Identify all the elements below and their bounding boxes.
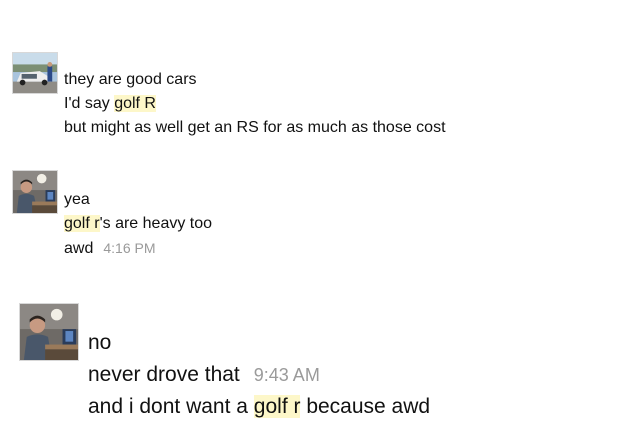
message-line: yea — [64, 189, 90, 211]
message-text: 's are heavy too — [99, 215, 213, 232]
message-text: I'd say — [64, 95, 115, 112]
message-text: they are good cars — [64, 71, 197, 88]
message-text: but might as well get an RS for as much … — [64, 119, 446, 136]
search-highlight: golf r — [64, 215, 100, 232]
car-photo-avatar[interactable] — [12, 52, 58, 94]
person-at-desk-avatar[interactable] — [19, 303, 79, 361]
message-text: no — [88, 331, 112, 354]
message-timestamp[interactable]: 4:16 PM — [103, 240, 155, 256]
message-line: no — [88, 328, 111, 358]
message-line: never drove that 9:43 AM — [88, 360, 320, 390]
message-text: never drove that — [88, 363, 240, 386]
message-text: awd — [64, 240, 94, 257]
message-line: I'd say golf R — [64, 93, 156, 115]
message-text: and i dont want a — [88, 395, 254, 418]
message-line: and i dont want a golf r because awd — [88, 392, 430, 422]
message-text: yea — [64, 191, 90, 208]
search-highlight: golf r — [253, 395, 301, 418]
message-text: because awd — [300, 395, 431, 418]
message-line: golf r's are heavy too — [64, 213, 212, 235]
message-timestamp[interactable]: 9:43 AM — [254, 365, 320, 385]
message-line: but might as well get an RS for as much … — [64, 117, 446, 139]
person-at-desk-avatar[interactable] — [12, 170, 58, 214]
message-line: they are good cars — [64, 69, 197, 91]
search-highlight: golf R — [114, 95, 156, 112]
message-line: awd 4:16 PM — [64, 237, 156, 260]
